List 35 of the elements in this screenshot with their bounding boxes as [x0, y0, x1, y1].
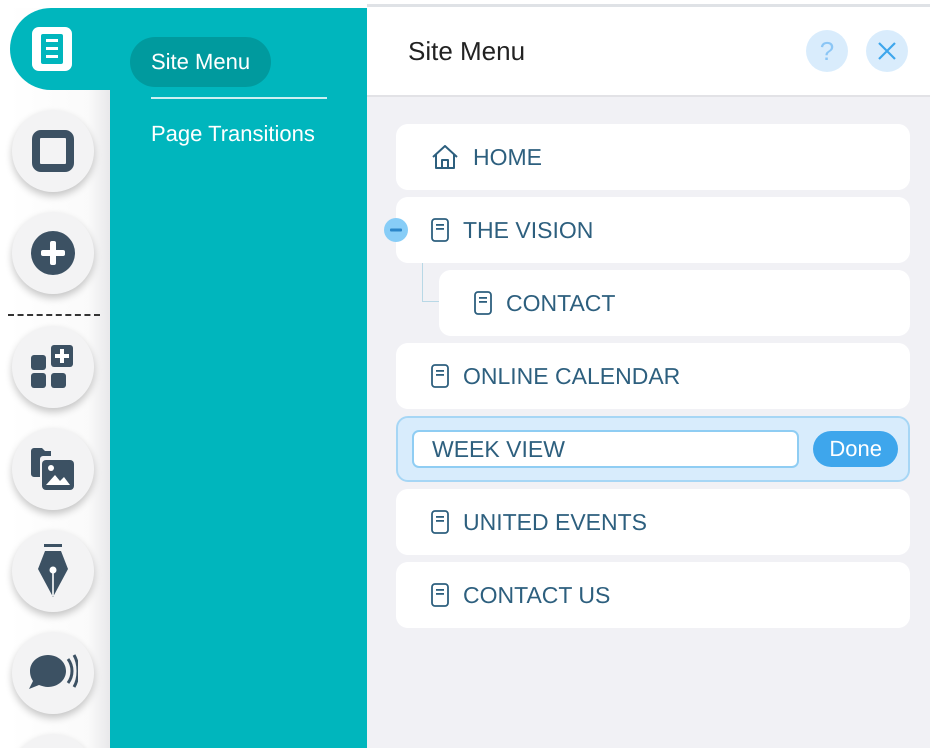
panel-title: Site Menu — [408, 36, 526, 66]
page-item[interactable]: THE VISION — [396, 197, 910, 263]
page-item[interactable]: HOME — [396, 124, 910, 190]
image-folder-icon — [31, 448, 75, 490]
page-title: HOME — [473, 144, 542, 170]
page-icon — [32, 27, 72, 71]
square-icon — [32, 130, 74, 172]
toolbar-button[interactable] — [12, 632, 94, 714]
plus-icon — [31, 231, 75, 275]
toolbar-button[interactable] — [12, 428, 94, 510]
page-icon — [431, 364, 449, 388]
close-icon — [878, 42, 896, 60]
page-name-input[interactable]: WEEK VIEW — [412, 430, 800, 468]
page-title: ONLINE CALENDAR — [463, 362, 680, 390]
page-item[interactable]: CONTACT — [439, 270, 910, 336]
toolbar-button[interactable] — [12, 326, 94, 408]
page-title: CONTACT US — [463, 582, 610, 608]
page-icon — [431, 583, 449, 607]
toolbar-button[interactable] — [12, 110, 94, 192]
page-icon — [431, 218, 449, 242]
apps-icon — [31, 345, 75, 389]
close-button[interactable] — [866, 30, 908, 72]
page-title: CONTACT — [506, 290, 616, 316]
page-item[interactable]: CONTACT US — [396, 562, 910, 628]
toolbar-button[interactable] — [12, 212, 94, 294]
page-item[interactable]: UNITED EVENTS — [396, 489, 910, 555]
page-icon — [431, 510, 449, 534]
home-icon — [431, 145, 459, 169]
page-title: THE VISION — [463, 216, 594, 244]
page-item[interactable]: ONLINE CALENDAR — [396, 343, 910, 409]
collapse-button[interactable] — [384, 218, 408, 242]
page-title: UNITED EVENTS — [463, 508, 648, 536]
toolbar-button[interactable] — [12, 530, 94, 612]
page-icon — [474, 291, 492, 315]
pen-nib-icon — [37, 544, 69, 598]
